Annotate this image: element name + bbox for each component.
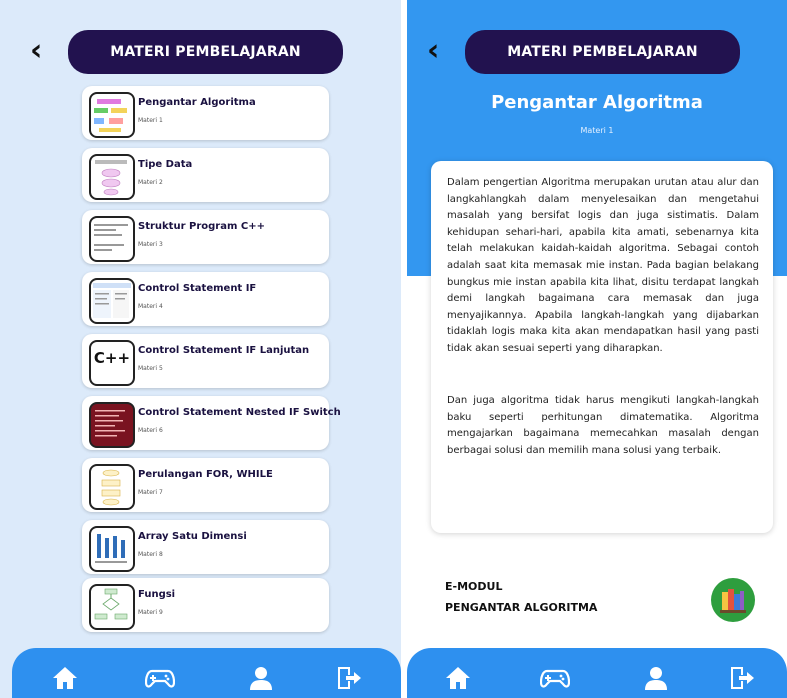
thumbnail-icon	[89, 92, 135, 138]
content-card: Dalam pengertian Algoritma merupakan uru…	[431, 161, 773, 533]
item-title: Tipe Data	[138, 159, 193, 170]
thumbnail-icon	[89, 526, 135, 572]
item-subtitle: Materi 2	[138, 179, 163, 186]
thumbnail-icon	[89, 584, 135, 630]
home-icon[interactable]	[445, 665, 471, 691]
item-subtitle: Materi 6	[138, 427, 163, 434]
item-subtitle: Materi 8	[138, 551, 163, 558]
thumbnail-icon	[89, 278, 135, 324]
user-icon[interactable]	[643, 665, 669, 691]
home-icon[interactable]	[52, 665, 78, 691]
cpp-thumbnail-icon: C++	[89, 340, 135, 386]
thumbnail-icon	[89, 154, 135, 200]
item-subtitle: Materi 5	[138, 365, 163, 372]
materi-detail-screen: ‹ MATERI PEMBELAJARAN Pengantar Algoritm…	[407, 0, 787, 698]
bottom-nav	[12, 648, 401, 698]
item-title: Control Statement IF Lanjutan	[138, 345, 310, 356]
list-item-materi-7[interactable]: Perulangan FOR, WHILE Materi 7	[82, 458, 329, 512]
footer-subtitle: PENGANTAR ALGORITMA	[445, 601, 598, 614]
item-subtitle: Materi 1	[138, 117, 163, 124]
list-item-materi-4[interactable]: Control Statement IF Materi 4	[82, 272, 329, 326]
item-subtitle: Materi 7	[138, 489, 163, 496]
list-item-materi-6[interactable]: Control Statement Nested IF Switch Mater…	[82, 396, 341, 450]
user-icon[interactable]	[248, 665, 274, 691]
exit-icon[interactable]	[729, 665, 755, 691]
list-item-materi-8[interactable]: Array Satu Dimensi Materi 8	[82, 520, 329, 574]
back-button[interactable]: ‹	[30, 36, 42, 66]
header-title: MATERI PEMBELAJARAN	[68, 30, 343, 74]
item-title: Control Statement Nested IF Switch	[138, 407, 341, 418]
cpp-text: C++	[93, 349, 131, 367]
item-subtitle: Materi 4	[138, 303, 163, 310]
item-title: Perulangan FOR, WHILE	[138, 469, 273, 480]
item-title: Struktur Program C++	[138, 221, 265, 232]
list-item-materi-3[interactable]: Struktur Program C++ Materi 3	[82, 210, 329, 264]
page-subtitle: Materi 1	[580, 126, 614, 135]
gamepad-icon[interactable]	[540, 665, 570, 691]
item-title: Control Statement IF	[138, 283, 257, 294]
content-paragraph-1: Dalam pengertian Algoritma merupakan uru…	[447, 177, 759, 354]
item-subtitle: Materi 3	[138, 241, 163, 248]
back-button[interactable]: ‹	[427, 36, 439, 66]
item-subtitle: Materi 9	[138, 609, 163, 616]
thumbnail-icon	[89, 216, 135, 262]
item-title: Array Satu Dimensi	[138, 531, 247, 542]
materi-list-screen: ‹ MATERI PEMBELAJARAN Pengantar Algoritm…	[0, 0, 401, 698]
page-title: Pengantar Algoritma	[491, 92, 703, 113]
footer-label: E-MODUL	[445, 580, 503, 593]
gamepad-icon[interactable]	[145, 665, 175, 691]
thumbnail-icon	[89, 402, 135, 448]
list-item-materi-9[interactable]: Fungsi Materi 9	[82, 578, 329, 632]
item-title: Fungsi	[138, 589, 176, 600]
list-item-materi-1[interactable]: Pengantar Algoritma Materi 1	[82, 86, 329, 140]
bottom-nav	[407, 648, 787, 698]
books-icon[interactable]	[711, 578, 755, 622]
thumbnail-icon	[89, 464, 135, 510]
list-item-materi-5[interactable]: C++ Control Statement IF Lanjutan Materi…	[82, 334, 329, 388]
list-item-materi-2[interactable]: Tipe Data Materi 2	[82, 148, 329, 202]
content-paragraph-2: Dan juga algoritma tidak harus mengikuti…	[447, 395, 759, 456]
header-title: MATERI PEMBELAJARAN	[465, 30, 740, 74]
exit-icon[interactable]	[336, 665, 362, 691]
item-title: Pengantar Algoritma	[138, 97, 256, 108]
